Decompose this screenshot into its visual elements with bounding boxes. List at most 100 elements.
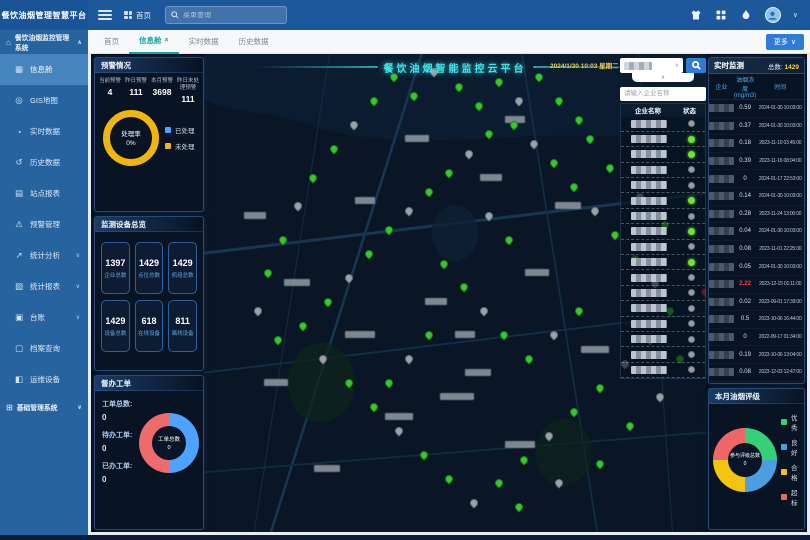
company-list-item[interactable]	[621, 193, 705, 208]
company-list-item[interactable]	[621, 270, 705, 285]
alert-stat: 当前预警4	[98, 78, 122, 104]
tab-info-cabin[interactable]: 信息舱×	[129, 30, 179, 54]
map-label-redacted	[465, 369, 491, 376]
sidebar-item-label: 统计报表	[30, 281, 60, 292]
company-list-item[interactable]	[621, 240, 705, 255]
area-select-dropdown[interactable]: ∨	[620, 58, 683, 73]
company-name-redacted	[631, 274, 667, 282]
monitor-table-row[interactable]: 2.222023-12-15 01:11:00	[709, 276, 804, 294]
company-list-item[interactable]	[621, 147, 705, 162]
company-list-item[interactable]	[621, 255, 705, 270]
status-dot-on	[688, 228, 695, 235]
monitor-table-row[interactable]: 0.182023-11-10 03:45:00	[709, 135, 804, 153]
company-list-item[interactable]	[621, 132, 705, 147]
company-name-redacted	[631, 135, 667, 143]
company-name-redacted	[709, 315, 734, 323]
theme-shirt-icon[interactable]	[690, 9, 703, 22]
tab-home[interactable]: 首页	[94, 30, 129, 54]
sidebar-item-gis-map[interactable]: ◎GIS地图	[0, 85, 88, 116]
tab-history-data[interactable]: 历史数据	[229, 30, 279, 54]
monitor-time-cell: 2023-12-15 01:11:00	[756, 281, 804, 287]
company-name-redacted	[631, 320, 667, 328]
app-window: 餐饮油烟管理智慧平台 首页 ∨ ⌂ 餐饮油烟监控管理系统 ∧ ▦信息舱◎GIS地…	[0, 0, 810, 540]
sidebar-item-info-cabin[interactable]: ▦信息舱	[0, 54, 88, 85]
monitor-table-row[interactable]: 0.592024-01-30 10:03:00	[709, 100, 804, 118]
company-list-item[interactable]	[621, 347, 705, 362]
workorder-stat: 已办工单:0	[102, 461, 135, 484]
layout-grid-icon[interactable]	[715, 9, 728, 22]
workorder-donut: 工单总数 0	[139, 413, 199, 473]
monitor-table-row[interactable]: 0.142024-01-30 10:03:00	[709, 188, 804, 206]
company-list-item[interactable]	[621, 209, 705, 224]
company-list-item[interactable]	[621, 117, 705, 132]
map-label-redacted	[440, 393, 474, 400]
company-list-item[interactable]	[621, 224, 705, 239]
flame-icon[interactable]	[740, 9, 753, 22]
alert-stat-label: 昨日预警	[124, 78, 148, 85]
company-name-redacted	[709, 333, 734, 341]
sidebar-item-alarm-management[interactable]: ⚠预警管理	[0, 209, 88, 240]
map-label-redacted	[385, 413, 413, 420]
company-name-input[interactable]	[620, 87, 706, 101]
monitor-time-cell: 2024-01-30 10:03:00	[756, 123, 804, 129]
monitor-table-row[interactable]: 0.192023-10-06 13:04:00	[709, 346, 804, 364]
monitor-table-row[interactable]: 0.042024-01-30 10:03:00	[709, 223, 804, 241]
monitor-table-row[interactable]: 0.372024-01-30 10:03:00	[709, 118, 804, 136]
user-avatar[interactable]	[765, 7, 781, 23]
workorder-panel-title: 督办工单	[95, 376, 203, 391]
monitor-table-row[interactable]: 0.52023-10-06 16:44:00	[709, 311, 804, 329]
user-chevron-down-icon[interactable]: ∨	[793, 11, 798, 19]
monitor-table-row[interactable]: 0.392023-11-16 08:04:00	[709, 153, 804, 171]
sidebar-item-archive-query[interactable]: ▢档案查询	[0, 333, 88, 364]
map-label-redacted	[555, 202, 581, 209]
sidebar-item-station-report[interactable]: ▤站点报表	[0, 178, 88, 209]
sidebar: ⌂ 餐饮油烟监控管理系统 ∧ ▦信息舱◎GIS地图◔实时数据↺历史数据▤站点报表…	[0, 30, 88, 535]
company-list-item[interactable]	[621, 178, 705, 193]
monitor-table-row[interactable]: 0.282023-11-24 13:00:00	[709, 206, 804, 224]
company-name-redacted	[631, 243, 667, 251]
company-list-item[interactable]	[621, 363, 705, 378]
sidebar-item-realtime-data[interactable]: ◔实时数据	[0, 116, 88, 147]
sidebar-item-history-data[interactable]: ↺历史数据	[0, 147, 88, 178]
monitor-total: 总数: 1429	[768, 61, 799, 71]
tab-realtime-data[interactable]: 实时数据	[179, 30, 229, 54]
tab-label: 信息舱	[139, 35, 162, 46]
sidebar-item-ops-device[interactable]: ◧运维设备	[0, 364, 88, 395]
monitor-time-cell: 2024-01-30 10:03:00	[756, 193, 804, 199]
monitor-table-row[interactable]: 0.052024-01-30 10:03:00	[709, 258, 804, 276]
chevron-down-icon: ∨	[76, 314, 80, 321]
close-icon[interactable]: ×	[165, 37, 169, 44]
company-list-item[interactable]	[621, 286, 705, 301]
sidebar-item-label: 运维设备	[30, 374, 60, 385]
company-list-item[interactable]	[621, 301, 705, 316]
monitor-table-row[interactable]: 02024-01-17 22:53:00	[709, 170, 804, 188]
alert-stat-value: 4	[98, 87, 122, 97]
more-button[interactable]: 更多 ∨	[766, 34, 804, 50]
monitor-company-cell	[709, 122, 734, 130]
menu-search-input[interactable]	[183, 12, 281, 19]
company-search-button[interactable]	[686, 58, 706, 73]
monitor-table-row[interactable]: 0.082023-12-03 12:47:00	[709, 364, 804, 382]
header-home-link[interactable]: 首页	[124, 10, 151, 21]
sidebar-item-statistic-report[interactable]: ▧统计报表∨	[0, 271, 88, 302]
monitor-company-cell	[709, 157, 734, 165]
company-name-redacted	[709, 368, 734, 376]
hamburger-menu-icon[interactable]	[98, 10, 112, 20]
sidebar-group-top[interactable]: ⌂ 餐饮油烟监控管理系统 ∧	[0, 30, 88, 54]
menu-search-box[interactable]	[165, 6, 287, 24]
collapse-handle[interactable]: ∧	[632, 73, 694, 82]
tab-label: 历史数据	[239, 36, 269, 47]
sidebar-item-ledger[interactable]: ▣台账∨	[0, 302, 88, 333]
company-list-item[interactable]	[621, 332, 705, 347]
company-list-item[interactable]	[621, 317, 705, 332]
monitor-table-row[interactable]: 02022-09-17 01:34:00	[709, 329, 804, 347]
rating-legend: 优秀良好合格超标	[781, 412, 801, 507]
monitor-time-cell: 2024-01-30 10:03:00	[756, 105, 804, 111]
monitor-table-row[interactable]: 0.082023-11-01 22:25:00	[709, 241, 804, 259]
sidebar-item-statistic-analysis[interactable]: ↗统计分析∨	[0, 240, 88, 271]
device-stat-value: 1429	[173, 258, 193, 268]
sidebar-item-label: 信息舱	[30, 64, 53, 75]
company-list-item[interactable]	[621, 163, 705, 178]
monitor-table-row[interactable]: 0.022023-09-01 17:39:00	[709, 294, 804, 312]
sidebar-group-bottom[interactable]: ⊞ 基础管理系统 ∨	[0, 395, 88, 419]
